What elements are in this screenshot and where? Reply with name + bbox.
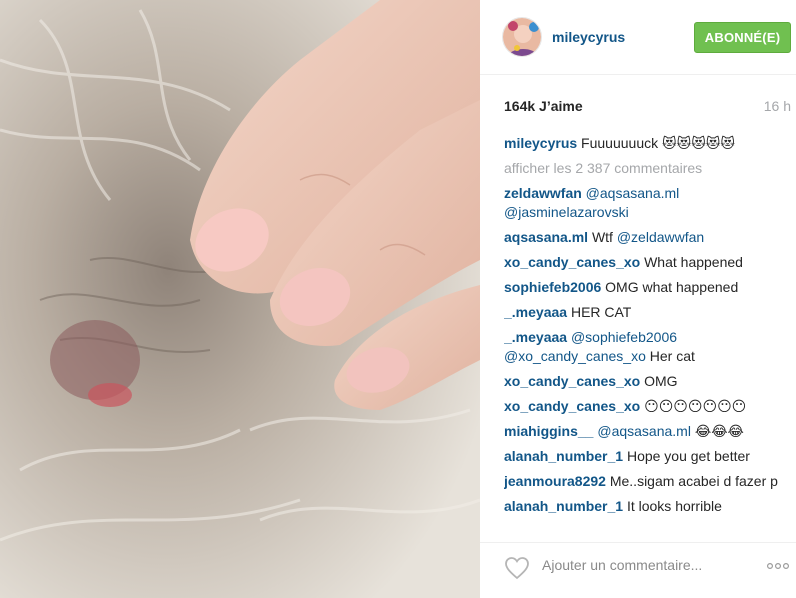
comment-username[interactable]: _.meyaaa: [504, 329, 567, 345]
list-item: jeanmoura8292 Me..sigam acabei d fazer p: [504, 472, 794, 491]
comment-username[interactable]: aqsasana.ml: [504, 229, 588, 245]
heart-outline-icon[interactable]: [504, 556, 530, 580]
list-item: _.meyaaa @sophiefeb2006 @xo_candy_canes_…: [504, 328, 794, 366]
comment-username[interactable]: sophiefeb2006: [504, 279, 601, 295]
list-item: _.meyaaa HER CAT: [504, 303, 794, 322]
list-item: xo_candy_canes_xo 😶😶😶😶😶😶😶: [504, 397, 794, 416]
more-dots-icon[interactable]: [766, 559, 790, 573]
comment-text: OMG what happened: [601, 279, 739, 295]
comment-text: Me..sigam acabei d fazer p: [605, 473, 778, 489]
comment-username[interactable]: alanah_number_1: [504, 498, 623, 514]
comment-text: 😶😶😶😶😶😶😶: [640, 398, 747, 414]
comment-text: Wtf: [588, 229, 617, 245]
comment-text: 😂😂😂: [690, 423, 744, 439]
avatar[interactable]: [502, 17, 542, 57]
avatar-image: [503, 18, 541, 56]
comment-mention[interactable]: @zeldawwfan: [617, 229, 704, 245]
post-caption: mileycyrus Fuuuuuuuck 😻😻😻😻😻: [504, 134, 794, 153]
comment-username[interactable]: miahiggins__: [504, 423, 593, 439]
comment-mention[interactable]: @aqsasana.ml: [593, 423, 691, 439]
comment-text: It looks horrible: [623, 498, 722, 514]
post-header: mileycyrus ABONNÉ(E): [480, 0, 796, 75]
list-item: aqsasana.ml Wtf @zeldawwfan: [504, 228, 794, 247]
comment-text: What happened: [640, 254, 743, 270]
post-photo-image: [0, 0, 480, 598]
comments-list[interactable]: mileycyrus Fuuuuuuuck 😻😻😻😻😻 afficher les…: [504, 134, 794, 530]
list-item: sophiefeb2006 OMG what happened: [504, 278, 794, 297]
list-item: alanah_number_1 Hope you get better: [504, 447, 794, 466]
likes-count[interactable]: 164k J’aime: [504, 98, 583, 114]
list-item: xo_candy_canes_xo What happened: [504, 253, 794, 272]
post-time[interactable]: 16 h: [764, 98, 791, 114]
comment-username[interactable]: xo_candy_canes_xo: [504, 254, 640, 270]
comment-text: OMG: [640, 373, 678, 389]
comment-username[interactable]: jeanmoura8292: [504, 473, 606, 489]
view-all-comments-link[interactable]: afficher les 2 387 commentaires: [504, 159, 794, 178]
comment-text: Hope you get better: [623, 448, 750, 464]
comment-username[interactable]: _.meyaaa: [504, 304, 567, 320]
comment-username[interactable]: xo_candy_canes_xo: [504, 398, 640, 414]
post-photo: [0, 0, 480, 598]
follow-button[interactable]: ABONNÉ(E): [694, 22, 791, 53]
add-comment-input[interactable]: Ajouter un commentaire...: [542, 557, 702, 573]
list-item: miahiggins__ @aqsasana.ml 😂😂😂: [504, 422, 794, 441]
comment-username[interactable]: alanah_number_1: [504, 448, 623, 464]
post-username[interactable]: mileycyrus: [552, 29, 625, 45]
post-panel: mileycyrus ABONNÉ(E) 164k J’aime 16 h mi…: [480, 0, 796, 598]
list-item: xo_candy_canes_xo OMG: [504, 372, 794, 391]
comment-text: HER CAT: [567, 304, 632, 320]
caption-text: Fuuuuuuuck 😻😻😻😻😻: [577, 135, 735, 151]
list-item: alanah_number_1 It looks horrible: [504, 497, 794, 516]
comment-text: Her cat: [645, 348, 695, 364]
comment-username[interactable]: xo_candy_canes_xo: [504, 373, 640, 389]
post-footer: Ajouter un commentaire...: [480, 542, 796, 598]
list-item: zeldawwfan @aqsasana.ml @jasminelazarovs…: [504, 184, 794, 222]
comment-username[interactable]: zeldawwfan: [504, 185, 582, 201]
caption-username[interactable]: mileycyrus: [504, 135, 577, 151]
